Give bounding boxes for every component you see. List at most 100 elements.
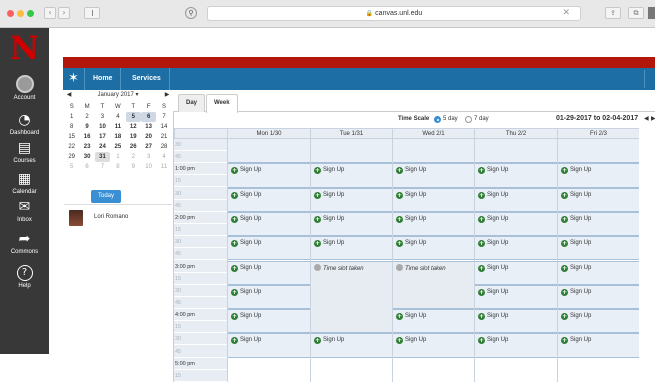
day-cell[interactable]: 15	[64, 132, 79, 142]
day-cell[interactable]: 5	[64, 162, 79, 172]
signup-slot[interactable]: + Sign Up	[228, 187, 310, 212]
day-cell[interactable]: 6	[140, 112, 157, 122]
signup-link[interactable]: + Sign Up	[561, 166, 591, 175]
signup-link[interactable]: + Sign Up	[231, 312, 261, 321]
signup-slot[interactable]: + Sign Up	[393, 236, 474, 261]
signup-slot[interactable]: + Sign Up	[558, 309, 639, 334]
day-cell[interactable]: 1	[64, 112, 79, 122]
signup-link[interactable]: + Sign Up	[561, 239, 591, 248]
signup-link[interactable]: + Sign Up	[231, 264, 261, 272]
signup-link[interactable]: + Sign Up	[561, 215, 591, 223]
day-cell[interactable]: 5	[125, 112, 141, 122]
signup-slot[interactable]: + Sign Up	[475, 309, 557, 334]
day-cell[interactable]: 28	[156, 142, 171, 152]
day-cell[interactable]: 23	[79, 142, 94, 152]
signup-link[interactable]: + Sign Up	[396, 166, 426, 175]
signup-link[interactable]: + Sign Up	[478, 166, 508, 175]
day-cell[interactable]: 22	[64, 142, 79, 152]
signup-link[interactable]: + Sign Up	[561, 264, 591, 272]
day-cell[interactable]: 3	[95, 112, 110, 122]
signup-link[interactable]: + Sign Up	[396, 215, 426, 223]
day-cell[interactable]: 12	[126, 122, 141, 132]
signup-link[interactable]: + Sign Up	[314, 239, 344, 248]
signup-link[interactable]: + Sign Up	[561, 288, 591, 296]
signup-link[interactable]: + Sign Up	[478, 264, 508, 272]
signup-slot[interactable]: + Sign Up	[475, 236, 557, 261]
signup-slot[interactable]: + Sign Up	[311, 163, 392, 188]
signup-link[interactable]: + Sign Up	[478, 215, 508, 223]
tab-week[interactable]: Week	[206, 94, 238, 113]
signup-slot[interactable]: + Sign Up	[558, 211, 639, 237]
zoom-window-button[interactable]	[27, 10, 34, 17]
signup-slot[interactable]: + Sign Up	[558, 333, 639, 358]
day-cell[interactable]: 29	[64, 152, 79, 162]
nav-commons[interactable]: ➦ Commons	[0, 231, 49, 255]
signup-slot[interactable]: + Sign Up	[558, 284, 639, 310]
day-cell[interactable]: 16	[79, 132, 94, 142]
day-cell[interactable]: 13	[141, 122, 156, 132]
day-cell[interactable]: 14	[156, 122, 171, 132]
day-cell[interactable]: 7	[95, 162, 110, 172]
signup-link[interactable]: + Sign Up	[396, 239, 426, 248]
tab-day[interactable]: Day	[178, 94, 206, 112]
day-cell[interactable]: 24	[95, 142, 110, 152]
signup-link[interactable]: + Sign Up	[396, 312, 426, 321]
signup-link[interactable]: + Sign Up	[231, 166, 261, 175]
signup-slot[interactable]: + Sign Up	[475, 284, 557, 310]
radio-7day[interactable]	[465, 116, 472, 123]
signup-link[interactable]: + Sign Up	[231, 288, 261, 296]
signup-link[interactable]: + Sign Up	[478, 191, 508, 199]
next-week-icon[interactable]: ▶	[651, 115, 655, 122]
nav-courses[interactable]: ▤ Courses	[0, 140, 49, 164]
nav-account[interactable]: Account	[0, 75, 49, 101]
signup-slot[interactable]: + Sign Up	[475, 211, 557, 237]
signup-link[interactable]: + Sign Up	[231, 215, 261, 223]
signup-link[interactable]: + Sign Up	[314, 166, 344, 175]
today-button[interactable]: Today	[91, 190, 121, 203]
day-cell[interactable]: 18	[110, 132, 125, 142]
signup-link[interactable]: + Sign Up	[561, 336, 591, 345]
user-name[interactable]: Lori Romano	[94, 214, 128, 220]
day-cell[interactable]: 3	[141, 152, 156, 162]
day-cell[interactable]: 30	[79, 152, 94, 162]
day-cell[interactable]: 31	[94, 152, 111, 162]
day-cell[interactable]: 27	[141, 142, 156, 152]
signup-slot[interactable]: + Sign Up	[228, 284, 310, 310]
signup-link[interactable]: + Sign Up	[231, 191, 261, 199]
minimize-window-button[interactable]	[17, 10, 24, 17]
signup-link[interactable]: + Sign Up	[314, 336, 344, 345]
signup-link[interactable]: + Sign Up	[314, 215, 344, 223]
signup-slot[interactable]: + Sign Up	[393, 211, 474, 237]
home-link[interactable]: Home	[85, 68, 122, 90]
day-cell[interactable]: 9	[79, 122, 94, 132]
day-cell[interactable]: 1	[110, 152, 125, 162]
nav-calendar[interactable]: ▦ Calendar	[0, 171, 49, 195]
forward-button[interactable]: ›	[58, 7, 70, 19]
signup-slot[interactable]: + Sign Up	[393, 187, 474, 212]
address-bar[interactable]: 🔒 canvas.unl.edu ✕	[207, 6, 581, 21]
signup-slot[interactable]: + Sign Up	[228, 260, 310, 285]
signup-slot[interactable]: + Sign Up	[311, 187, 392, 212]
signup-slot[interactable]: + Sign Up	[311, 333, 392, 358]
signup-slot[interactable]: + Sign Up	[311, 211, 392, 237]
next-month-button[interactable]: ▶	[162, 90, 172, 100]
share-button[interactable]: ⇪	[605, 7, 621, 19]
day-cell[interactable]: 11	[156, 162, 171, 172]
signup-slot[interactable]: + Sign Up	[228, 309, 310, 334]
signup-slot[interactable]: + Sign Up	[475, 187, 557, 212]
day-cell[interactable]: 2	[79, 112, 94, 122]
signup-slot[interactable]: + Sign Up	[558, 163, 639, 188]
day-cell[interactable]: 8	[110, 162, 125, 172]
nav-inbox[interactable]: ✉ Inbox	[0, 199, 49, 223]
clear-url-icon[interactable]: ✕	[562, 7, 570, 20]
signup-link[interactable]: + Sign Up	[561, 191, 591, 199]
day-cell[interactable]: 6	[79, 162, 94, 172]
signup-link[interactable]: + Sign Up	[478, 312, 508, 321]
day-cell[interactable]: 26	[126, 142, 141, 152]
signup-link[interactable]: + Sign Up	[231, 239, 261, 248]
signup-link[interactable]: + Sign Up	[314, 191, 344, 199]
sidebar-toggle-button[interactable]	[84, 7, 100, 19]
signup-link[interactable]: + Sign Up	[561, 312, 591, 321]
radio-5day-label[interactable]: 5 day	[443, 116, 458, 122]
signup-slot[interactable]: + Sign Up	[393, 333, 474, 358]
